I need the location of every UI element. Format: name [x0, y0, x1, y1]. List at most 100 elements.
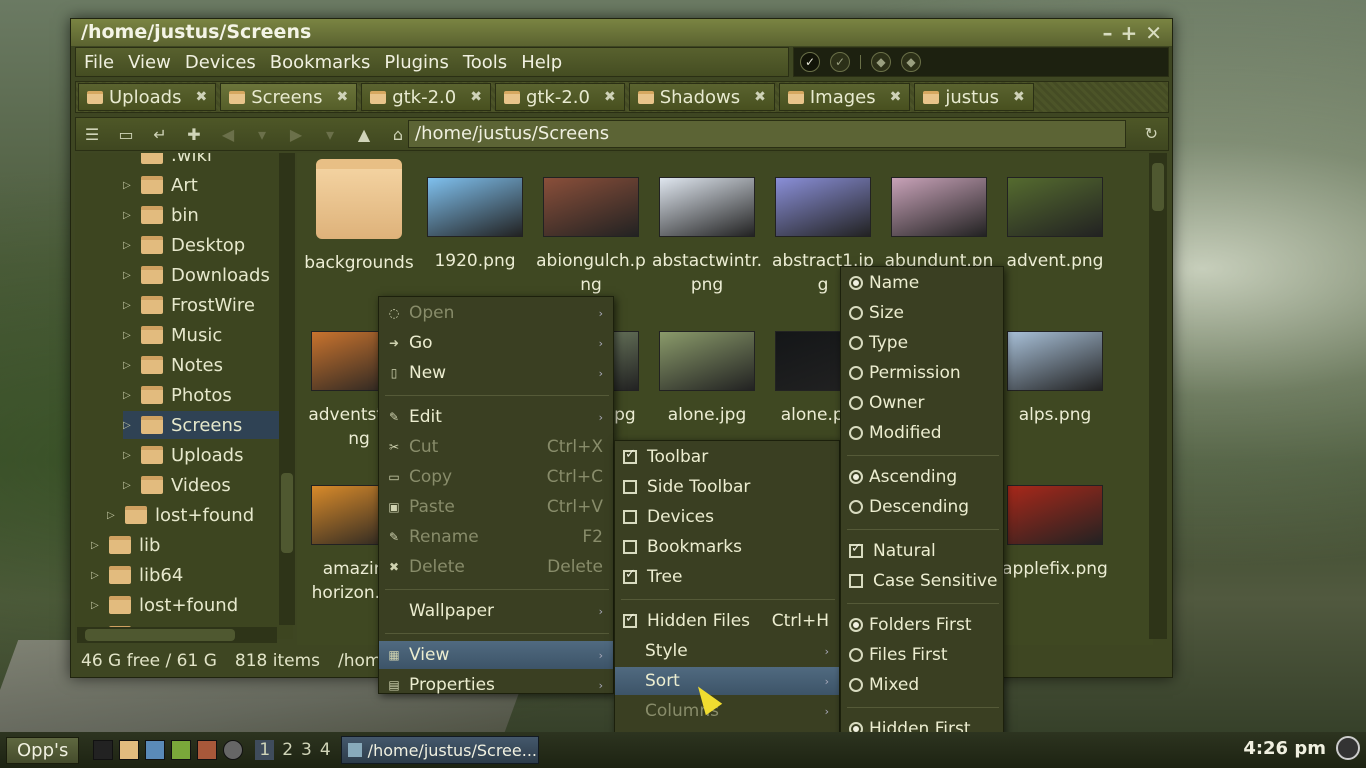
checkbox[interactable] — [623, 611, 637, 628]
menu-tools[interactable]: Tools — [457, 52, 513, 73]
expand-arrow-icon[interactable]: ▷ — [123, 180, 133, 191]
disc-icon[interactable] — [223, 740, 244, 760]
power-icon[interactable] — [1336, 736, 1360, 760]
menu-item-wallpaper[interactable]: Wallpaper › — [379, 597, 613, 625]
file-item[interactable]: backgrounds — [303, 159, 415, 275]
tree-item[interactable]: ▷ lost+found — [107, 501, 254, 529]
start-button[interactable]: Opp's — [6, 736, 80, 764]
close-tab-icon[interactable]: ✖ — [1013, 89, 1025, 105]
checkbox[interactable] — [623, 540, 637, 554]
menu-item-edit[interactable]: ✎ Edit › — [379, 403, 613, 431]
menu-item-name[interactable]: Name — [841, 269, 1003, 297]
tree-hscrollbar[interactable] — [77, 627, 277, 643]
expand-arrow-icon[interactable]: ▷ — [107, 510, 117, 521]
expand-arrow-icon[interactable]: ▷ — [123, 360, 133, 371]
menu-item-paste[interactable]: ▣ Paste Ctrl+V — [379, 493, 613, 521]
close-tab-icon[interactable]: ✖ — [754, 89, 766, 105]
monitor-icon[interactable] — [171, 740, 192, 760]
menu-item-delete[interactable]: ✖ Delete Delete — [379, 553, 613, 581]
tree-item[interactable]: ▷ Music — [123, 321, 222, 349]
menu-item-natural[interactable]: Natural — [841, 537, 1003, 565]
tree-item[interactable]: ▷ lib64 — [91, 561, 183, 589]
check-icon[interactable]: ✓ — [800, 52, 820, 72]
tree-scrollbar[interactable] — [279, 153, 295, 625]
menu-item-bookmarks[interactable]: Bookmarks — [615, 533, 839, 561]
tab-gtk-2-0[interactable]: gtk-2.0 ✖ — [361, 83, 491, 111]
menu-item-type[interactable]: Type — [841, 329, 1003, 357]
radio-button[interactable] — [849, 500, 863, 514]
checkbox[interactable] — [849, 574, 863, 588]
maximize-button[interactable]: + — [1120, 21, 1137, 45]
scroll-thumb[interactable] — [1152, 163, 1164, 211]
menu-item-hidden-files[interactable]: Hidden Files Ctrl+H — [615, 607, 839, 635]
tree-item[interactable]: .wiki — [123, 153, 212, 169]
address-bar[interactable]: /home/justus/Screens — [408, 120, 1126, 148]
expand-arrow-icon[interactable]: ▷ — [91, 600, 101, 611]
tree-item[interactable]: ▷ Photos — [123, 381, 232, 409]
return-icon[interactable]: ↵ — [150, 125, 170, 144]
expand-arrow-icon[interactable]: ▷ — [91, 540, 101, 551]
chevron-down-icon[interactable]: ▾ — [320, 125, 340, 144]
menu-item-properties[interactable]: ▤ Properties › — [379, 671, 613, 699]
expand-arrow-icon[interactable]: ▷ — [123, 480, 133, 491]
radio-button[interactable] — [849, 336, 863, 350]
close-button[interactable]: ✕ — [1145, 21, 1162, 45]
menu-item-cut[interactable]: ✂ Cut Ctrl+X — [379, 433, 613, 461]
tab-shadows[interactable]: Shadows ✖ — [628, 83, 775, 111]
file-item[interactable]: alps.png — [999, 313, 1111, 427]
menu-item-folders-first[interactable]: Folders First — [841, 611, 1003, 639]
menu-item-tree[interactable]: Tree — [615, 563, 839, 591]
menu-item-rename[interactable]: ✎ Rename F2 — [379, 523, 613, 551]
radio-button[interactable] — [849, 306, 863, 320]
menu-item-open[interactable]: ◌ Open › — [379, 299, 613, 327]
file-item[interactable]: applefix.png — [999, 467, 1111, 581]
menu-item-case-sensitive[interactable]: Case Sensitive — [841, 567, 1003, 595]
checkbox[interactable] — [623, 480, 637, 494]
menu-item-descending[interactable]: Descending — [841, 493, 1003, 521]
forward-icon[interactable]: ▶ — [286, 125, 306, 144]
new-tab-icon[interactable]: ✚ — [184, 125, 204, 144]
tree-item[interactable]: ▷ Screens — [123, 411, 293, 439]
expand-arrow-icon[interactable]: ▷ — [123, 210, 133, 221]
menu-help[interactable]: Help — [515, 52, 568, 73]
expand-arrow-icon[interactable]: ▷ — [123, 450, 133, 461]
menu-file[interactable]: File — [78, 52, 120, 73]
expand-arrow-icon[interactable]: ▷ — [123, 420, 133, 431]
radio-button[interactable] — [849, 618, 863, 632]
menu-item-view[interactable]: ▦ View › — [379, 641, 613, 669]
menu-item-devices[interactable]: Devices — [615, 503, 839, 531]
grid-scrollbar[interactable] — [1149, 153, 1167, 639]
tree-item[interactable]: ▷ Notes — [123, 351, 223, 379]
menu-item-modified[interactable]: Modified — [841, 419, 1003, 447]
menu-item-mixed[interactable]: Mixed — [841, 671, 1003, 699]
expand-arrow-icon[interactable]: ▷ — [123, 300, 133, 311]
close-tab-icon[interactable]: ✖ — [890, 89, 902, 105]
tool-icon[interactable]: ◆ — [871, 52, 891, 72]
drive-icon[interactable]: ▭ — [116, 125, 136, 144]
network-icon[interactable] — [145, 740, 166, 760]
tree-item[interactable]: ▷ Desktop — [123, 231, 245, 259]
home-icon[interactable]: ⌂ — [388, 125, 408, 144]
menu-view[interactable]: View — [122, 52, 177, 73]
expand-arrow-icon[interactable]: ▷ — [123, 390, 133, 401]
radio-button[interactable] — [849, 396, 863, 410]
chevron-down-icon[interactable]: ▾ — [252, 125, 272, 144]
tree-item[interactable]: ▷ Art — [123, 171, 198, 199]
menu-item-new[interactable]: ▯ New › — [379, 359, 613, 387]
checkbox[interactable] — [849, 541, 863, 558]
menu-item-style[interactable]: Style › — [615, 637, 839, 665]
menu-item-columns[interactable]: Columns › — [615, 697, 839, 725]
file-item[interactable]: abiongulch.png — [535, 159, 647, 297]
minimize-button[interactable]: – — [1102, 21, 1112, 45]
expand-arrow-icon[interactable]: ▷ — [123, 270, 133, 281]
scroll-thumb[interactable] — [85, 629, 235, 641]
file-item[interactable]: abstactwintr.png — [651, 159, 763, 297]
close-tab-icon[interactable]: ✖ — [336, 89, 348, 105]
close-tab-icon[interactable]: ✖ — [195, 89, 207, 105]
tab-gtk-2-0[interactable]: gtk-2.0 ✖ — [494, 83, 625, 111]
radio-button[interactable] — [849, 366, 863, 380]
tree-item[interactable]: ▷ lost+found — [91, 591, 238, 619]
tab-screens[interactable]: Screens ✖ — [220, 83, 358, 111]
apps-icon[interactable] — [197, 740, 218, 760]
reload-icon[interactable]: ↻ — [1145, 124, 1158, 143]
